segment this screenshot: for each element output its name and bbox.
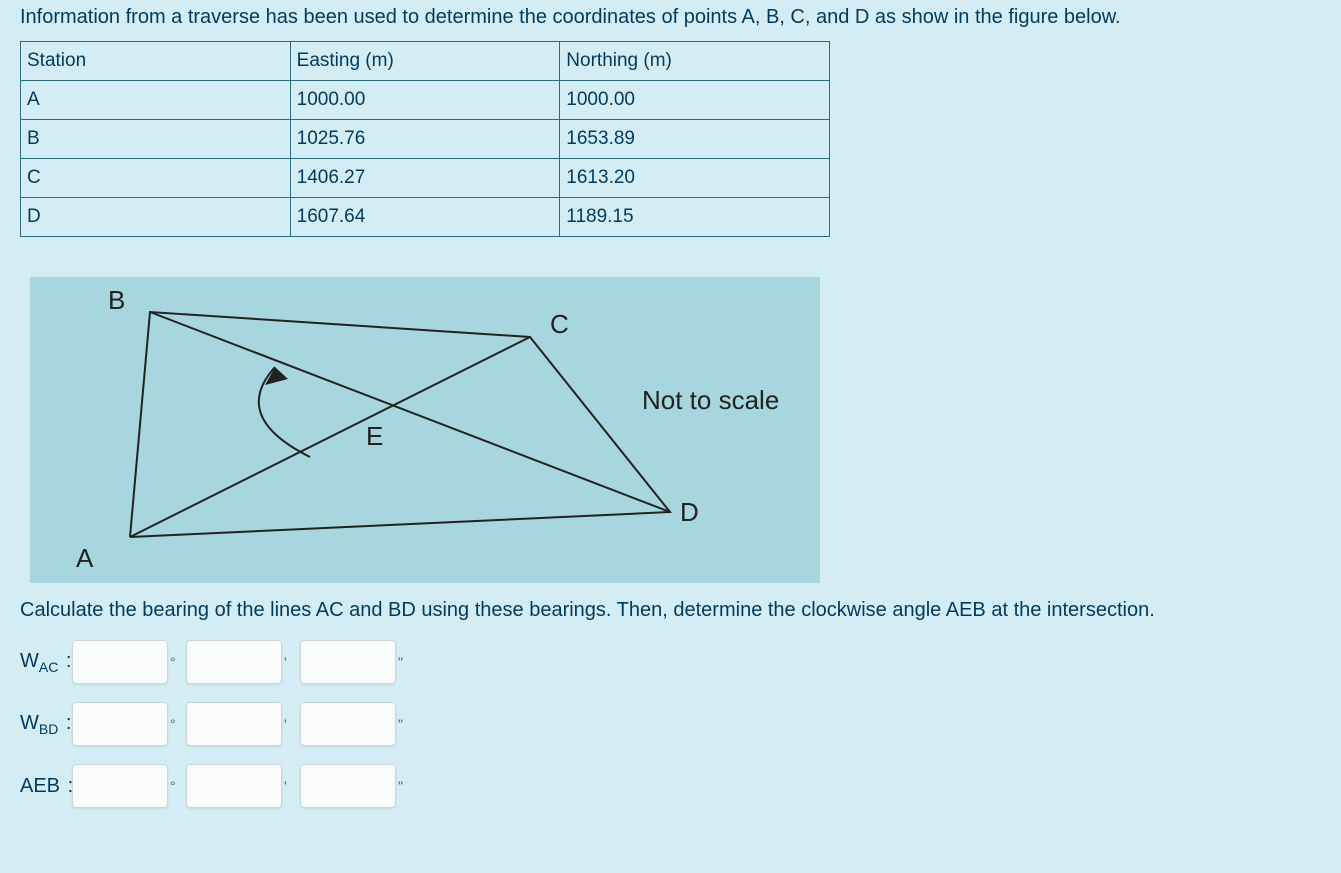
figure-label-e: E [366, 421, 383, 452]
intro-text: Information from a traverse has been use… [20, 6, 1321, 29]
wac-seconds-input[interactable] [300, 640, 396, 684]
second-unit: " [398, 654, 406, 670]
header-northing: Northing (m) [560, 42, 830, 81]
table-row: C 1406.27 1613.20 [21, 159, 830, 198]
figure-label-c: C [550, 309, 569, 340]
label-wac: WAC : [20, 650, 72, 675]
table-row: A 1000.00 1000.00 [21, 81, 830, 120]
label-aeb: AEB : [20, 775, 72, 798]
aeb-degrees-input[interactable] [72, 764, 168, 808]
minute-unit: ' [284, 654, 292, 670]
cell-northing: 1000.00 [560, 81, 830, 120]
degree-unit: ° [170, 716, 178, 732]
line-ac [130, 337, 530, 537]
table-row: B 1025.76 1653.89 [21, 120, 830, 159]
cell-station: C [21, 159, 291, 198]
cell-station: B [21, 120, 291, 159]
header-easting: Easting (m) [290, 42, 560, 81]
aeb-seconds-input[interactable] [300, 764, 396, 808]
figure-svg [30, 277, 820, 583]
aeb-minutes-input[interactable] [186, 764, 282, 808]
cell-northing: 1613.20 [560, 159, 830, 198]
cell-easting: 1607.64 [290, 198, 560, 237]
degree-unit: ° [170, 778, 178, 794]
wbd-seconds-input[interactable] [300, 702, 396, 746]
cell-easting: 1406.27 [290, 159, 560, 198]
label-wbd: WBD : [20, 712, 72, 737]
minute-unit: ' [284, 716, 292, 732]
cell-easting: 1025.76 [290, 120, 560, 159]
table-row: D 1607.64 1189.15 [21, 198, 830, 237]
traverse-figure: A B C D E Not to scale [30, 277, 820, 583]
wac-degrees-input[interactable] [72, 640, 168, 684]
wac-minutes-input[interactable] [186, 640, 282, 684]
dms-group-wac: ° ' " [72, 640, 414, 684]
line-bd [150, 312, 670, 512]
figure-label-a: A [76, 543, 93, 574]
wbd-minutes-input[interactable] [186, 702, 282, 746]
header-station: Station [21, 42, 291, 81]
answer-row-wac: WAC : ° ' " [20, 640, 1321, 684]
cell-station: A [21, 81, 291, 120]
table-header-row: Station Easting (m) Northing (m) [21, 42, 830, 81]
second-unit: " [398, 778, 406, 794]
wbd-degrees-input[interactable] [72, 702, 168, 746]
cell-northing: 1653.89 [560, 120, 830, 159]
cell-easting: 1000.00 [290, 81, 560, 120]
degree-unit: ° [170, 654, 178, 670]
question-text: Calculate the bearing of the lines AC an… [20, 599, 1321, 622]
dms-group-aeb: ° ' " [72, 764, 414, 808]
cell-station: D [21, 198, 291, 237]
figure-label-d: D [680, 497, 699, 528]
dms-group-wbd: ° ' " [72, 702, 414, 746]
answer-row-wbd: WBD : ° ' " [20, 702, 1321, 746]
answer-row-aeb: AEB : ° ' " [20, 764, 1321, 808]
figure-note: Not to scale [642, 385, 779, 416]
angle-arrow-icon [259, 367, 310, 457]
figure-label-b: B [108, 285, 125, 316]
cell-northing: 1189.15 [560, 198, 830, 237]
coordinates-table: Station Easting (m) Northing (m) A 1000.… [20, 41, 830, 237]
second-unit: " [398, 716, 406, 732]
minute-unit: ' [284, 778, 292, 794]
polygon-abcd [130, 312, 670, 537]
